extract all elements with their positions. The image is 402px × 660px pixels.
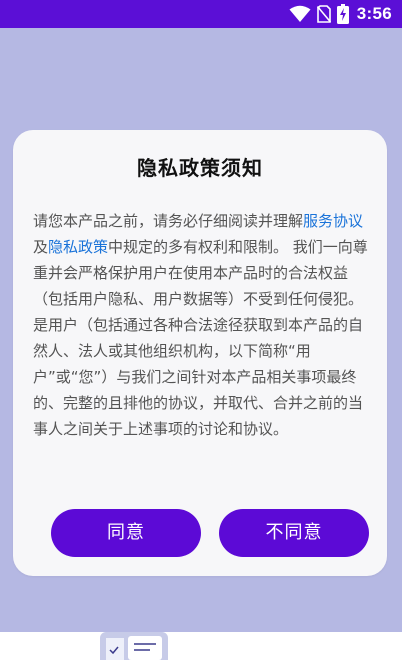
body-suffix: 中规定的多有权利和限制。 我们一向尊重并会严格保护用户在使用本产品时的合法权益（… <box>33 238 368 438</box>
status-bar: 3:56 <box>0 0 402 28</box>
status-time: 3:56 <box>356 4 392 23</box>
status-icons: 3:56 <box>289 4 392 24</box>
dialog-title: 隐私政策须知 <box>137 156 263 180</box>
service-agreement-link[interactable]: 服务协议 <box>303 212 363 230</box>
document-icon <box>106 636 162 660</box>
bottom-bar <box>0 632 402 660</box>
body-joiner: 及 <box>33 238 49 256</box>
dialog-body: 请您本产品之前，请务必仔细阅读并理解服务协议及隐私政策中规定的多有权利和限制。 … <box>33 208 371 442</box>
no-sim-icon <box>316 5 331 23</box>
privacy-dialog: 隐私政策须知 请您本产品之前，请务必仔细阅读并理解服务协议及隐私政策中规定的多有… <box>13 130 387 576</box>
agree-button[interactable]: 同意 <box>51 509 201 557</box>
app-thumbnail[interactable] <box>100 632 168 660</box>
disagree-button[interactable]: 不同意 <box>219 509 369 557</box>
body-prefix: 请您本产品之前，请务必仔细阅读并理解 <box>33 212 304 230</box>
privacy-policy-link[interactable]: 隐私政策 <box>48 238 108 256</box>
battery-charging-icon <box>336 4 349 24</box>
wifi-icon <box>289 5 311 23</box>
